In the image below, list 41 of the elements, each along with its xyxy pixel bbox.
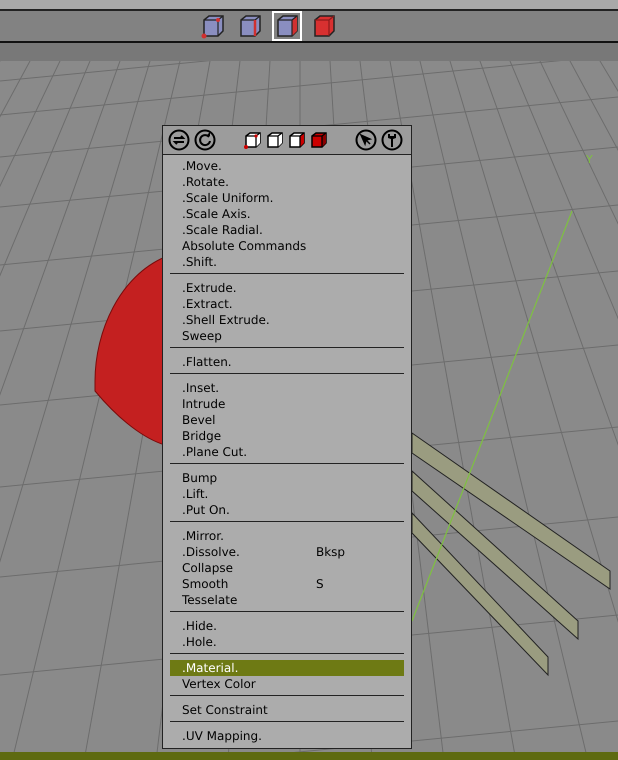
menu-item[interactable]: .Material. (170, 660, 404, 676)
menu-item[interactable]: .Move. (170, 158, 404, 174)
vertex-cube-icon[interactable] (244, 131, 262, 149)
menu-item[interactable]: .Flatten. (170, 354, 404, 370)
menu-item[interactable]: .Hole. (170, 634, 404, 650)
menu-item[interactable]: .Scale Radial. (170, 222, 404, 238)
menu-item[interactable]: Absolute Commands (170, 238, 404, 254)
menu-item[interactable]: Sweep (170, 328, 404, 344)
menu-item[interactable]: .Put On. (170, 502, 404, 518)
menu-item[interactable]: .Plane Cut. (170, 444, 404, 460)
menu-item[interactable]: Vertex Color (170, 676, 404, 692)
selection-mode-button[interactable] (272, 11, 302, 41)
menu-item[interactable]: Tesselate (170, 592, 404, 608)
edge-cube-icon[interactable] (266, 131, 284, 149)
menu-item[interactable]: Smooth S (170, 576, 404, 592)
menu-item[interactable]: .Scale Uniform. (170, 190, 404, 206)
menu-item[interactable]: Set Constraint (170, 702, 404, 718)
menu-item[interactable]: .Extrude. (170, 280, 404, 296)
menu-item[interactable]: Bevel (170, 412, 404, 428)
face-cube-icon[interactable] (288, 131, 306, 149)
menu-item[interactable]: .Inset. (170, 380, 404, 396)
menu-item[interactable]: .Mirror. (170, 528, 404, 544)
menu-item[interactable]: .Hide. (170, 618, 404, 634)
menu-item[interactable]: .Rotate. (170, 174, 404, 190)
menu-item[interactable]: Bridge (170, 428, 404, 444)
axis-label: Y (586, 153, 593, 166)
menu-item[interactable]: .Shift. (170, 254, 404, 270)
pointer-icon[interactable] (355, 129, 377, 151)
menu-item[interactable]: .UV Mapping. (170, 728, 404, 744)
menu-item[interactable]: Collapse (170, 560, 404, 576)
menu-item[interactable]: .Scale Axis. (170, 206, 404, 222)
menu-item[interactable]: .Extract. (170, 296, 404, 312)
solid-cube-icon[interactable] (310, 131, 328, 149)
menu-item[interactable]: .Lift. (170, 486, 404, 502)
redo-icon[interactable] (194, 129, 216, 151)
vertex-cube-icon (200, 13, 226, 39)
menu-item[interactable]: Bump (170, 470, 404, 486)
menu-item[interactable]: .Shell Extrude. (170, 312, 404, 328)
wrench-icon[interactable] (381, 129, 403, 151)
menu-item[interactable]: .Dissolve. Bksp (170, 544, 404, 560)
menu-item[interactable]: Intrude (170, 396, 404, 412)
